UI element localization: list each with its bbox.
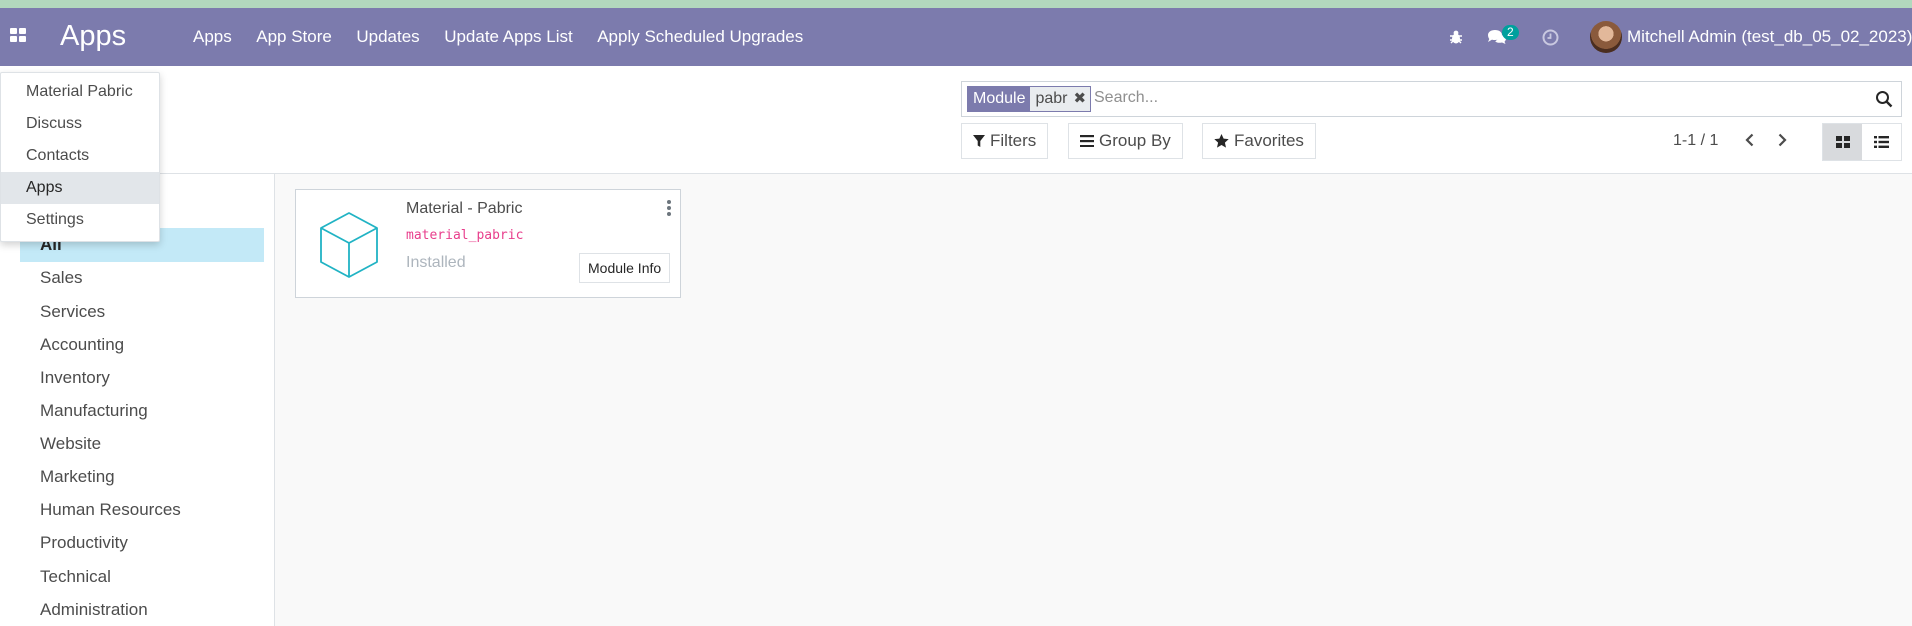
view-switcher xyxy=(1822,123,1902,161)
module-info-button[interactable]: Module Info xyxy=(579,253,671,283)
top-menu: Apps App Store Updates Update Apps List … xyxy=(193,8,828,66)
group-by-label: Group By xyxy=(1099,131,1171,150)
bars-icon xyxy=(1080,135,1094,147)
sidebar-item-productivity[interactable]: Productivity xyxy=(20,526,264,560)
chevron-left-icon[interactable] xyxy=(1737,128,1761,152)
app-brand: Apps xyxy=(60,20,127,52)
bug-icon[interactable] xyxy=(1445,8,1467,66)
sidebar-item-accounting[interactable]: Accounting xyxy=(20,328,264,362)
search-input[interactable] xyxy=(1094,89,1854,107)
control-panel: Module pabr ✖ Filters Group By Favorites… xyxy=(0,66,1912,174)
dropdown-item-apps[interactable]: Apps xyxy=(1,172,159,204)
filters-label: Filters xyxy=(990,131,1037,150)
sidebar-item-sales[interactable]: Sales xyxy=(20,261,264,295)
star-icon xyxy=(1214,134,1229,148)
facet-value: pabr xyxy=(1035,90,1068,107)
sidebar-item-technical[interactable]: Technical xyxy=(20,560,264,594)
module-cube-icon xyxy=(318,211,380,279)
sidebar-item-website[interactable]: Website xyxy=(20,427,264,461)
sidebar-item-administration[interactable]: Administration xyxy=(20,593,264,626)
clock-icon[interactable] xyxy=(1539,8,1561,66)
remove-facet-icon[interactable]: ✖ xyxy=(1074,87,1087,111)
sidebar-item-marketing[interactable]: Marketing xyxy=(20,460,264,494)
facet-value-wrap: pabr ✖ xyxy=(1030,87,1091,111)
list-view-icon[interactable] xyxy=(1862,124,1901,160)
kanban-view-icon[interactable] xyxy=(1823,124,1862,160)
module-technical-name: material_pabric xyxy=(406,228,524,243)
module-title: Material - Pabric xyxy=(406,200,523,217)
pager-value[interactable]: 1-1 / 1 xyxy=(1673,132,1718,150)
sidebar-item-inventory[interactable]: Inventory xyxy=(20,361,264,395)
menu-apply-scheduled-upgrades[interactable]: Apply Scheduled Upgrades xyxy=(597,27,803,47)
filters-button[interactable]: Filters xyxy=(961,123,1049,159)
avatar[interactable] xyxy=(1590,21,1622,53)
facet-label: Module xyxy=(968,87,1031,111)
user-menu[interactable]: Mitchell Admin (test_db_05_02_2023) xyxy=(1627,27,1912,47)
module-card[interactable]: Material - Pabric material_pabric Instal… xyxy=(295,189,681,298)
apps-grid-icon[interactable] xyxy=(10,28,30,46)
filter-icon xyxy=(973,134,985,147)
favorites-label: Favorites xyxy=(1234,131,1304,150)
chevron-right-icon[interactable] xyxy=(1770,128,1794,152)
search-facet: Module pabr ✖ xyxy=(967,86,1092,112)
group-by-button[interactable]: Group By xyxy=(1068,123,1183,159)
menu-update-apps-list[interactable]: Update Apps List xyxy=(444,27,573,47)
sidebar-item-human-resources[interactable]: Human Resources xyxy=(20,493,264,527)
search-bar: Module pabr ✖ xyxy=(961,81,1902,117)
dropdown-item-settings[interactable]: Settings xyxy=(1,204,159,236)
module-status: Installed xyxy=(406,254,466,271)
dropdown-item-contacts[interactable]: Contacts xyxy=(1,140,159,172)
menu-app-store[interactable]: App Store xyxy=(256,27,332,47)
menu-apps[interactable]: Apps xyxy=(193,27,232,47)
dropdown-item-discuss[interactable]: Discuss xyxy=(1,108,159,140)
top-color-strip xyxy=(0,0,1912,8)
messages-count-badge: 2 xyxy=(1502,25,1519,40)
menu-updates[interactable]: Updates xyxy=(356,27,419,47)
app-menu-dropdown: Material Pabric Discuss Contacts Apps Se… xyxy=(0,72,160,242)
favorites-button[interactable]: Favorites xyxy=(1202,123,1316,159)
search-icon[interactable] xyxy=(1875,90,1893,108)
kebab-menu-icon[interactable] xyxy=(666,200,672,216)
sidebar-item-manufacturing[interactable]: Manufacturing xyxy=(20,394,264,428)
sidebar-item-services[interactable]: Services xyxy=(20,295,264,329)
main-navbar: Apps Apps App Store Updates Update Apps … xyxy=(0,8,1912,66)
dropdown-item-material-pabric[interactable]: Material Pabric xyxy=(1,76,159,108)
